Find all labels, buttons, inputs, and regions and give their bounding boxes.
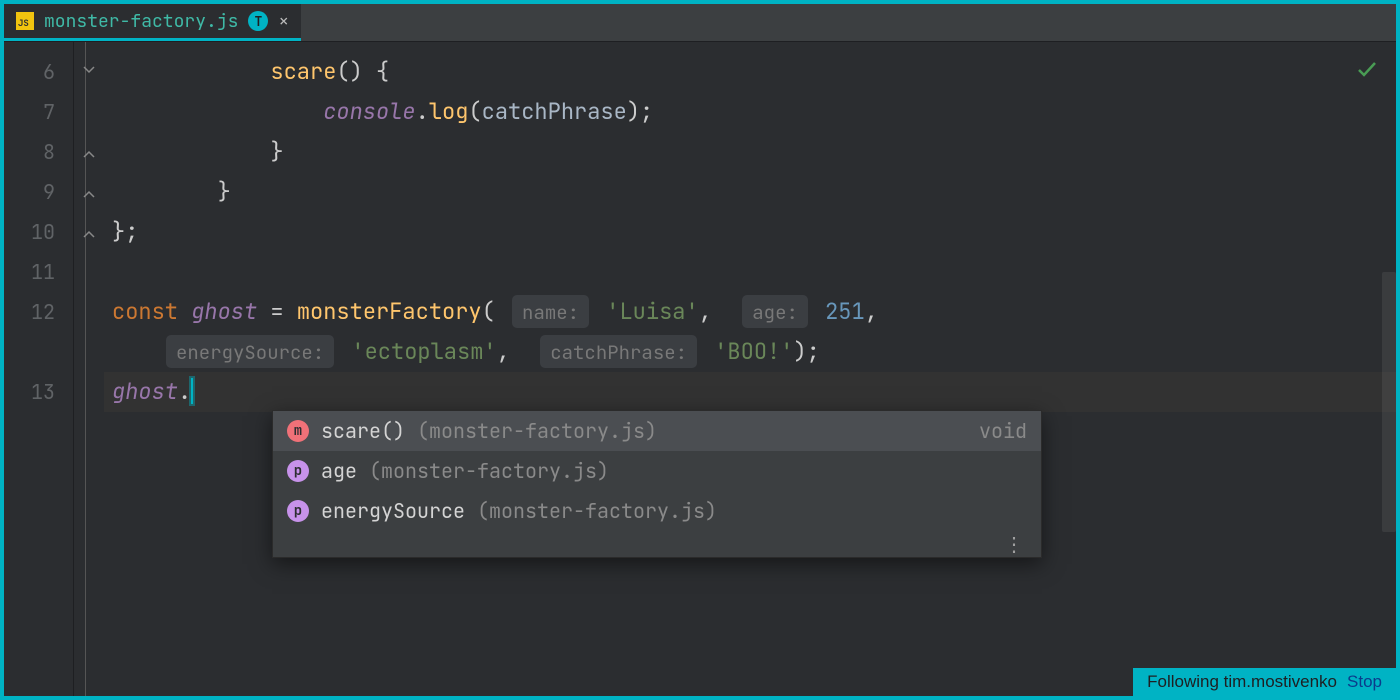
js-file-icon: JS [16, 12, 34, 30]
file-tab[interactable]: JS monster-factory.js T × [4, 4, 301, 41]
code-line-active: ghost. [104, 372, 1396, 412]
line-number: 12 [4, 292, 73, 332]
code-line: const ghost = monsterFactory( name: 'Lui… [104, 292, 1396, 332]
autocomplete-name: energySource [321, 498, 465, 524]
more-icon[interactable]: ⋮ [273, 531, 1041, 557]
line-number: 10 [4, 212, 73, 252]
line-number: 13 [4, 372, 73, 412]
scrollbar[interactable] [1382, 272, 1396, 532]
code-line: }; [104, 212, 1396, 252]
autocomplete-name: scare() [321, 418, 405, 444]
code-line: } [104, 132, 1396, 172]
autocomplete-location: (monster-factory.js) [417, 418, 657, 444]
line-number: 11 [4, 252, 73, 292]
autocomplete-item[interactable]: p energySource (monster-factory.js) [273, 491, 1041, 531]
code-line: energySource: 'ectoplasm', catchPhrase: … [104, 332, 1396, 372]
tab-bar: JS monster-factory.js T × [4, 4, 1396, 42]
collab-status-bar: Following tim.mostivenko Stop [1133, 668, 1396, 696]
fold-close-icon[interactable] [82, 145, 96, 159]
method-icon: m [287, 420, 309, 442]
code-line: console.log(catchPhrase); [104, 92, 1396, 132]
line-number [4, 332, 73, 372]
code-line [104, 252, 1396, 292]
gutter: 6 7 8 9 10 11 12 13 [4, 42, 74, 696]
collab-badge: T [248, 11, 268, 31]
stop-following-link[interactable]: Stop [1347, 672, 1382, 692]
line-number: 9 [4, 172, 73, 212]
autocomplete-item[interactable]: p age (monster-factory.js) [273, 451, 1041, 491]
status-text: Following tim.mostivenko [1147, 672, 1337, 692]
fold-close-icon[interactable] [82, 65, 96, 79]
code-line: } [104, 172, 1396, 212]
line-number: 7 [4, 92, 73, 132]
code-area[interactable]: scare() { console.log(catchPhrase); } } … [104, 42, 1396, 696]
property-icon: p [287, 460, 309, 482]
editor-body: 6 7 8 9 10 11 12 13 scare() { [4, 42, 1396, 696]
autocomplete-location: (monster-factory.js) [477, 498, 717, 524]
close-icon[interactable]: × [278, 10, 289, 33]
autocomplete-popup: m scare() (monster-factory.js) void p ag… [272, 410, 1042, 558]
fold-column [74, 42, 104, 696]
autocomplete-item[interactable]: m scare() (monster-factory.js) void [273, 411, 1041, 451]
cursor [191, 378, 193, 404]
editor-frame: JS monster-factory.js T × 6 7 8 9 10 11 … [4, 4, 1396, 696]
fold-close-icon[interactable] [82, 185, 96, 199]
tab-filename: monster-factory.js [44, 10, 238, 33]
line-number: 6 [4, 52, 73, 92]
fold-close-icon[interactable] [82, 225, 96, 239]
autocomplete-name: age [321, 458, 357, 484]
autocomplete-return: void [979, 418, 1027, 444]
line-number: 8 [4, 132, 73, 172]
code-line: scare() { [104, 52, 1396, 92]
autocomplete-location: (monster-factory.js) [369, 458, 609, 484]
property-icon: p [287, 500, 309, 522]
